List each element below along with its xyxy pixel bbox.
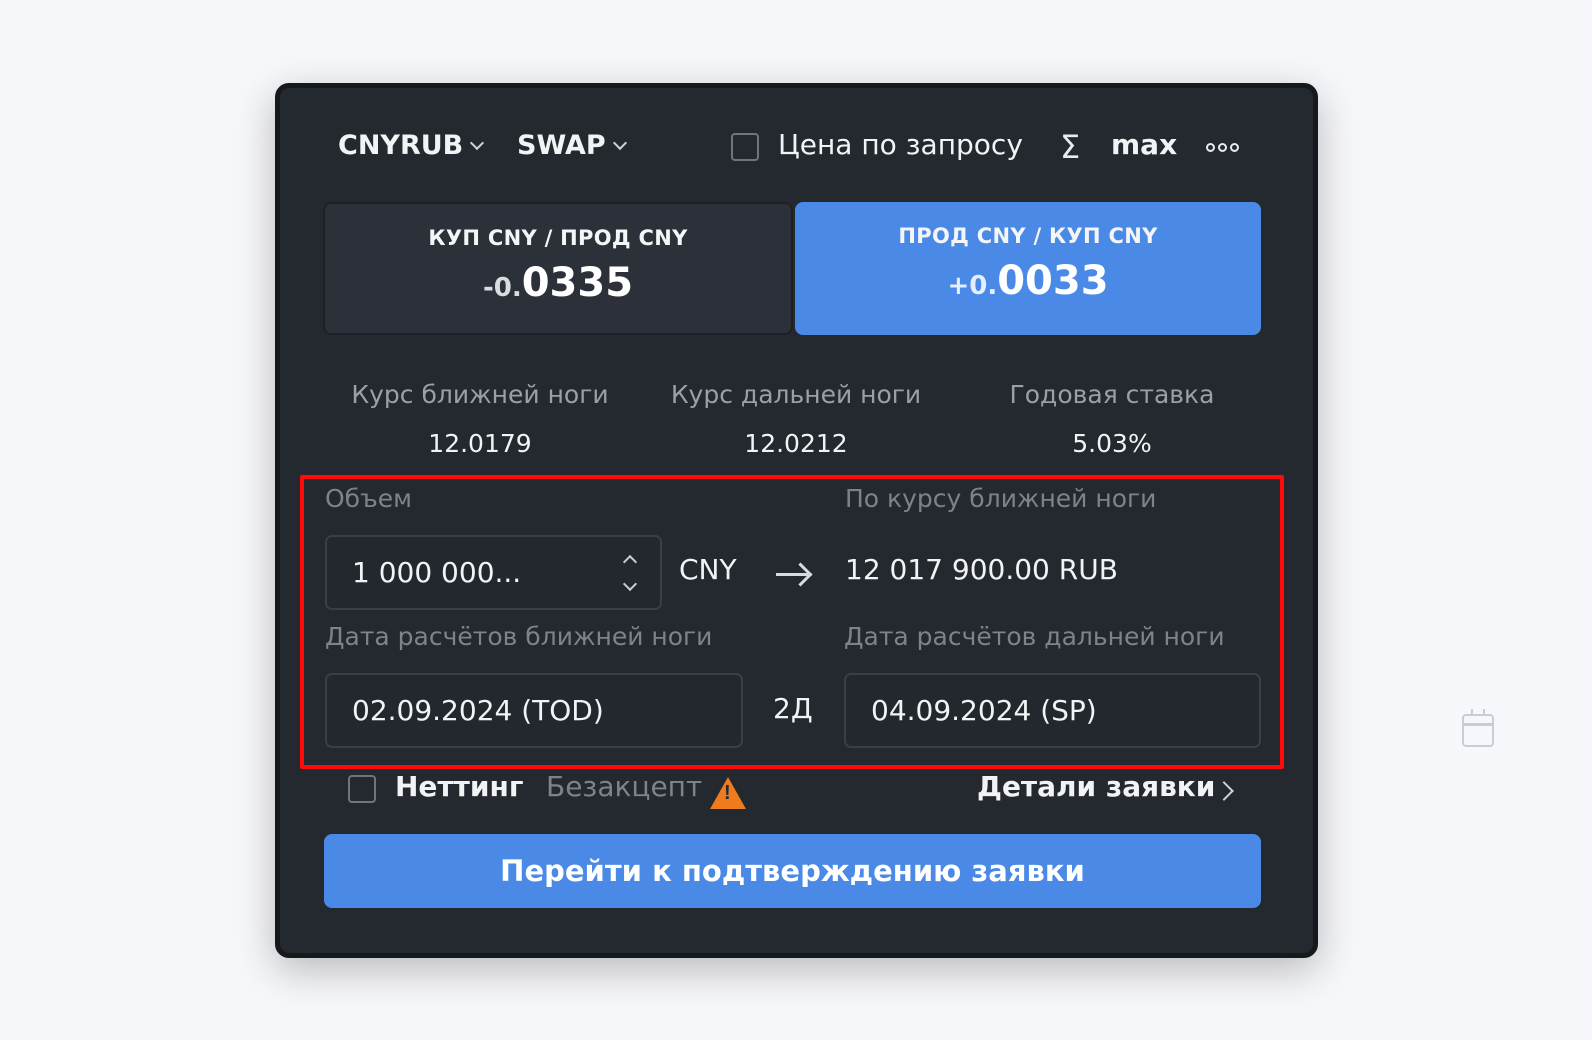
request-price-label: Цена по запросу: [778, 128, 1023, 161]
direction-value: -0.0335: [325, 260, 791, 306]
max-button[interactable]: max: [1111, 128, 1177, 161]
direction-title: ПРОД CNY / КУП CNY: [898, 224, 1158, 248]
netting-checkbox[interactable]: [348, 775, 376, 803]
direction-value: +0.0033: [795, 258, 1261, 304]
near-leg-rate-label: Курс ближней ноги: [351, 380, 609, 409]
pair-selector[interactable]: CNYRUB: [338, 130, 485, 161]
volume-input[interactable]: 1 000 000...: [325, 535, 662, 610]
near-date-value: 02.09.2024 (TOD): [352, 694, 604, 727]
more-dots-icon[interactable]: [1206, 143, 1239, 152]
far-leg-rate-label: Курс дальней ноги: [670, 380, 922, 409]
direction-title: КУП CNY / ПРОД CNY: [428, 226, 688, 250]
pair-label: CNYRUB: [338, 130, 464, 161]
netting-label: Неттинг: [395, 770, 524, 803]
near-rate-conversion-label: По курсу ближней ноги: [845, 484, 1157, 513]
warning-icon[interactable]: [710, 777, 746, 809]
far-date-input[interactable]: 04.09.2024 (SP): [844, 673, 1494, 748]
sigma-icon[interactable]: Σ: [1060, 128, 1080, 166]
converted-amount: 12 017 900.00 RUB: [845, 553, 1118, 586]
volume-currency: CNY: [679, 553, 737, 586]
far-leg-rate-value: 12.0212: [744, 429, 848, 458]
annual-rate-label: Годовая ставка: [1009, 380, 1215, 409]
sell-buy-direction-button[interactable]: ПРОД CNY / КУП CNY +0.0033: [795, 202, 1261, 335]
far-date-label: Дата расчётов дальней ноги: [844, 622, 1225, 651]
volume-value: 1 000 000...: [352, 556, 522, 589]
no-accept-label: Безакцепт: [546, 770, 703, 803]
value-main: 0033: [997, 258, 1109, 304]
volume-stepper[interactable]: [622, 554, 638, 592]
chevron-right-icon[interactable]: [1214, 781, 1234, 801]
near-leg-rate-value: 12.0179: [428, 429, 532, 458]
request-price-checkbox[interactable]: [731, 133, 759, 161]
volume-label: Объем: [325, 484, 412, 513]
arrow-right-icon: [776, 573, 808, 576]
value-prefix: +0.: [947, 271, 998, 301]
submit-order-button[interactable]: Перейти к подтверждению заявки: [324, 834, 1261, 908]
value-main: 0335: [521, 260, 634, 306]
order-details-link[interactable]: Детали заявки: [977, 770, 1215, 803]
chevron-down-icon[interactable]: [622, 576, 638, 592]
chevron-down-icon: [612, 135, 627, 150]
instrument-selector[interactable]: SWAP: [517, 130, 627, 161]
value-prefix: -0.: [482, 273, 522, 303]
tenor-label: 2Д: [773, 692, 813, 725]
far-date-value: 04.09.2024 (SP): [871, 694, 1097, 727]
chevron-down-icon: [470, 135, 485, 150]
chevron-up-icon[interactable]: [622, 554, 638, 570]
near-date-input[interactable]: 02.09.2024 (TOD): [325, 673, 1002, 748]
buy-sell-direction-button[interactable]: КУП CNY / ПРОД CNY -0.0335: [323, 202, 793, 335]
instrument-label: SWAP: [517, 130, 606, 161]
annual-rate-value: 5.03%: [1072, 429, 1152, 458]
near-date-label: Дата расчётов ближней ноги: [325, 622, 713, 651]
calendar-icon[interactable]: [1461, 709, 1494, 747]
swap-order-widget: CNYRUB SWAP Цена по запросу Σ max КУП CN…: [275, 83, 1494, 958]
